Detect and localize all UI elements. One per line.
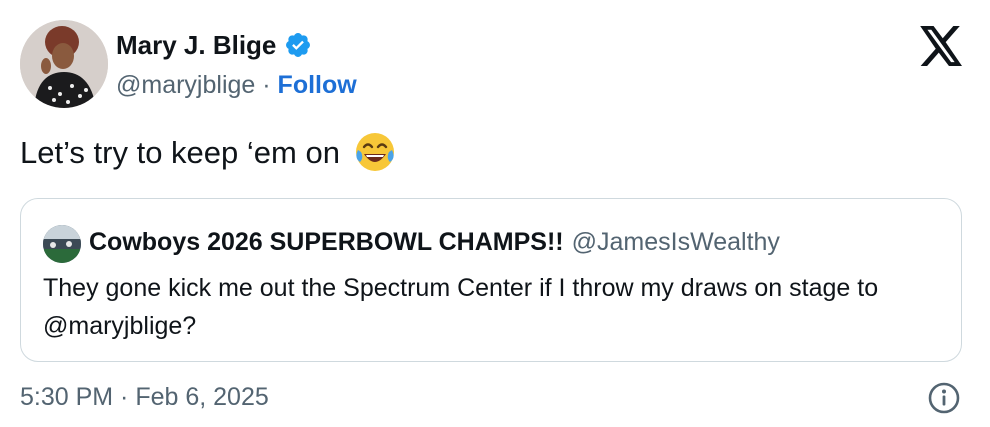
- quoted-avatar-image: [43, 225, 81, 263]
- info-icon[interactable]: [926, 380, 962, 416]
- author-name-row[interactable]: Mary J. Blige: [116, 28, 312, 62]
- tweet-embed-card: Mary J. Blige @maryjblige · Follow Let’s…: [0, 0, 990, 427]
- quoted-tweet-text: They gone kick me out the Spectrum Cente…: [43, 274, 879, 340]
- face-with-tears-of-joy-icon: [352, 130, 398, 176]
- quoted-author-handle[interactable]: @JamesIsWealthy: [572, 228, 780, 256]
- tweet-text: Let’s try to keep ‘em on: [20, 135, 340, 170]
- follow-button[interactable]: Follow: [278, 71, 357, 99]
- author-avatar[interactable]: [20, 20, 108, 108]
- author-name[interactable]: Mary J. Blige: [116, 28, 276, 62]
- quoted-tweet[interactable]: Cowboys 2026 SUPERBOWL CHAMPS!! @JamesIsW…: [20, 198, 962, 362]
- author-handle-row: @maryjblige · Follow: [116, 68, 357, 102]
- tweet-timestamp[interactable]: 5:30 PM · Feb 6, 2025: [20, 380, 269, 414]
- quoted-author-name[interactable]: Cowboys 2026 SUPERBOWL CHAMPS!!: [89, 228, 564, 256]
- quoted-author-avatar[interactable]: [43, 225, 81, 263]
- author-handle[interactable]: @maryjblige: [116, 71, 255, 99]
- handle-separator: ·: [262, 71, 271, 99]
- avatar-image: [20, 20, 108, 108]
- tweet-text-row: Let’s try to keep ‘em on: [20, 130, 398, 176]
- quoted-header: Cowboys 2026 SUPERBOWL CHAMPS!! @JamesIsW…: [89, 225, 780, 259]
- x-logo-icon[interactable]: [920, 26, 964, 66]
- verified-badge-icon: [284, 31, 312, 59]
